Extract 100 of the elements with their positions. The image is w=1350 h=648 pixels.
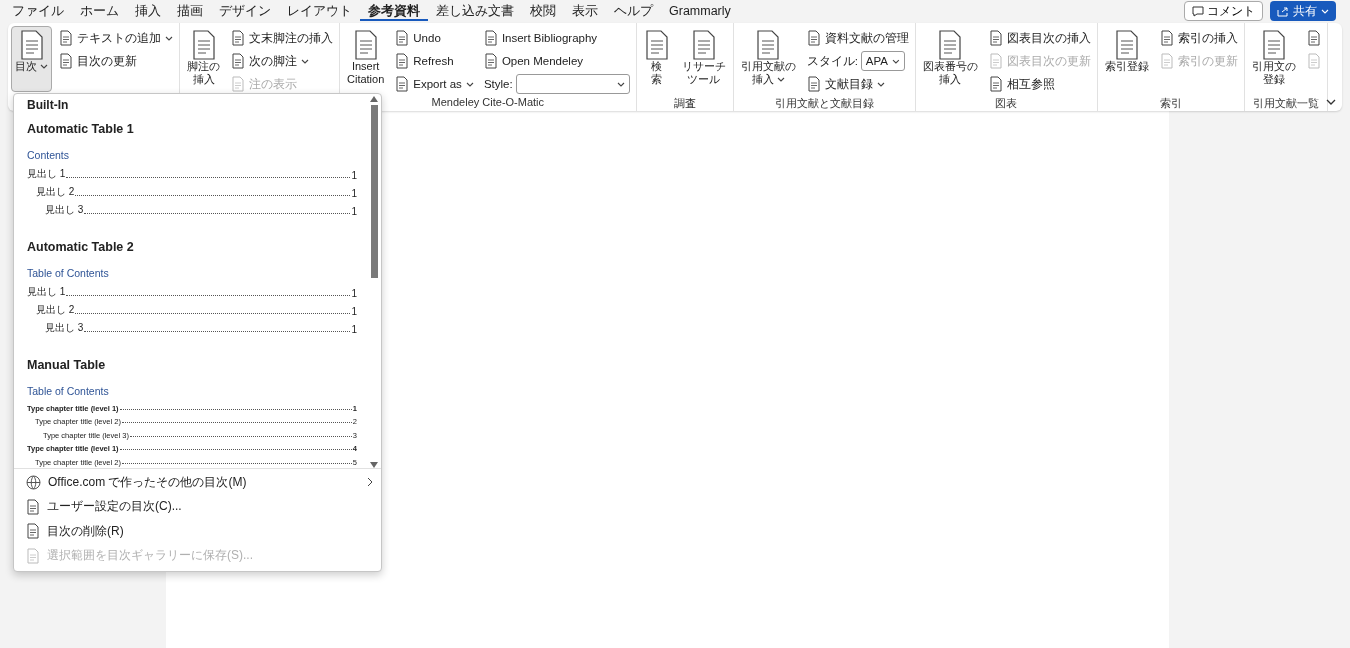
document-icon — [1260, 30, 1287, 60]
toc-entry-text: 見出し 1 — [27, 167, 66, 181]
menu-item[interactable]: ユーザー設定の目次(C)... — [14, 494, 381, 519]
document-icon — [1159, 30, 1174, 46]
group-label: 索引 — [1159, 97, 1182, 109]
ribbon-button[interactable]: 検 索 — [639, 26, 674, 92]
ribbon-tab[interactable]: 校閲 — [522, 1, 564, 21]
document-icon — [59, 30, 73, 46]
toc-heading: Contents — [27, 149, 70, 161]
ribbon-button[interactable]: 引用文献の 挿入 — [736, 26, 800, 92]
style-label: スタイル: — [806, 53, 858, 69]
ribbon-tab[interactable]: 描画 — [169, 1, 211, 21]
ribbon-tab[interactable]: 挿入 — [127, 1, 169, 21]
share-button[interactable]: 共有 — [1270, 1, 1336, 21]
document-icon — [231, 30, 245, 46]
ribbon-button[interactable]: Export as — [392, 73, 477, 95]
ribbon-tab[interactable]: レイアウト — [279, 1, 360, 21]
dropdown-caret-icon — [892, 58, 900, 64]
page-number: 1 — [351, 206, 357, 217]
toc-heading: Table of Contents — [27, 385, 109, 397]
document-icon — [1306, 30, 1321, 46]
page-number: 1 — [351, 188, 357, 199]
scroll-down-icon[interactable] — [370, 462, 378, 468]
ribbon-button[interactable]: Open Mendeley — [480, 50, 633, 72]
gallery-header: Built-In — [27, 98, 69, 112]
document-icon — [483, 53, 498, 69]
ribbon-button[interactable]: 資料文献の管理 — [803, 27, 912, 49]
document-icon — [643, 30, 670, 60]
document-icon — [190, 30, 217, 60]
document-icon — [26, 547, 40, 564]
ribbon-button[interactable]: リサーチ ツール — [677, 26, 730, 92]
ribbon-tab[interactable]: デザイン — [211, 1, 279, 21]
ribbon-tab[interactable]: Grammarly — [661, 1, 739, 21]
page-number: 1 — [351, 306, 357, 317]
ribbon-button[interactable]: 相互参照 — [985, 73, 1094, 95]
share-icon — [1277, 5, 1289, 17]
ribbon-button[interactable]: Undo — [392, 27, 477, 49]
ribbon-button[interactable]: 引用文の 登録 — [1247, 26, 1300, 92]
comment-icon — [1192, 5, 1204, 17]
group-label: 引用文献と文献目録 — [774, 97, 874, 109]
document-icon — [690, 30, 717, 60]
style-select[interactable]: APA — [860, 51, 905, 71]
ribbon-button[interactable]: 文献目録 — [803, 73, 912, 95]
ribbon-button[interactable]: 図表目次の挿入 — [985, 27, 1094, 49]
toc-entry-text: 見出し 1 — [27, 285, 66, 299]
ribbon-button[interactable]: Insert Citation — [343, 26, 389, 92]
toc-entry-text: 見出し 3 — [45, 203, 84, 217]
document-icon — [395, 53, 410, 69]
document-icon — [806, 76, 821, 92]
ribbon-tab[interactable]: 差し込み文書 — [428, 1, 522, 21]
ribbon-button[interactable]: 脚注の 挿入 — [183, 26, 224, 92]
document-icon — [806, 30, 821, 46]
document-icon — [937, 30, 964, 60]
ribbon-tab[interactable]: ファイル — [4, 1, 72, 21]
menu-item[interactable]: 目次の削除(R) — [14, 519, 381, 544]
toc-entry-text: 見出し 2 — [36, 185, 75, 199]
group-label: 引用文献一覧 — [1252, 97, 1319, 109]
gallery-title[interactable]: Automatic Table 1 — [27, 122, 134, 136]
group-label: Mendeley Cite-O-Matic — [431, 96, 545, 108]
group-label: 図表 — [995, 97, 1018, 109]
scroll-up-icon[interactable] — [370, 96, 378, 102]
ribbon-button[interactable]: テキストの追加 — [56, 27, 176, 49]
document-icon — [18, 30, 45, 60]
ribbon-tab[interactable]: ヘルプ — [606, 1, 661, 21]
ribbon-tab[interactable]: ホーム — [72, 1, 127, 21]
ribbon-button[interactable]: Refresh — [392, 50, 477, 72]
scrollbar-thumb[interactable] — [370, 105, 378, 278]
toc-entry-text: 見出し 2 — [36, 303, 75, 317]
document-icon — [59, 53, 73, 69]
document-icon — [755, 30, 782, 60]
ribbon-tab[interactable]: 表示 — [564, 1, 606, 21]
toc-heading: Table of Contents — [27, 267, 109, 279]
document-icon — [395, 30, 410, 46]
gallery-title[interactable]: Automatic Table 2 — [27, 240, 134, 254]
ribbon-button[interactable]: 目次の更新 — [56, 50, 176, 72]
document-icon — [26, 523, 40, 540]
document-icon — [26, 498, 40, 515]
group-label: 調査 — [673, 97, 696, 109]
page-number: 1 — [351, 324, 357, 335]
ribbon-button[interactable]: 索引登録 — [1100, 26, 1153, 92]
document-icon — [988, 53, 1003, 69]
document-icon — [483, 30, 498, 46]
collapse-icon[interactable] — [1326, 99, 1336, 105]
ribbon-button[interactable]: 文末脚注の挿入 — [228, 27, 336, 49]
document-icon — [988, 76, 1003, 92]
ribbon-button[interactable]: 図表番号の 挿入 — [918, 26, 982, 92]
gallery-title[interactable]: Manual Table — [27, 358, 106, 372]
ribbon-button[interactable]: 次の脚注 — [228, 50, 336, 72]
ribbon-button[interactable]: 目次 — [11, 26, 52, 92]
comment-button[interactable]: コメント — [1184, 1, 1263, 21]
ribbon-button[interactable]: 索引の挿入 — [1156, 27, 1241, 49]
document-icon — [988, 30, 1003, 46]
ribbon-tab[interactable]: 参考資料 — [360, 1, 428, 21]
document-icon — [1113, 30, 1140, 60]
document-icon — [352, 30, 379, 60]
ribbon-button[interactable]: Insert Bibliography — [480, 27, 633, 49]
style-label: Style: — [483, 78, 513, 90]
menu-item[interactable]: Office.com で作ったその他の目次(M) — [14, 470, 381, 495]
dropdown-caret-icon — [616, 81, 625, 87]
style-select[interactable] — [515, 74, 630, 94]
